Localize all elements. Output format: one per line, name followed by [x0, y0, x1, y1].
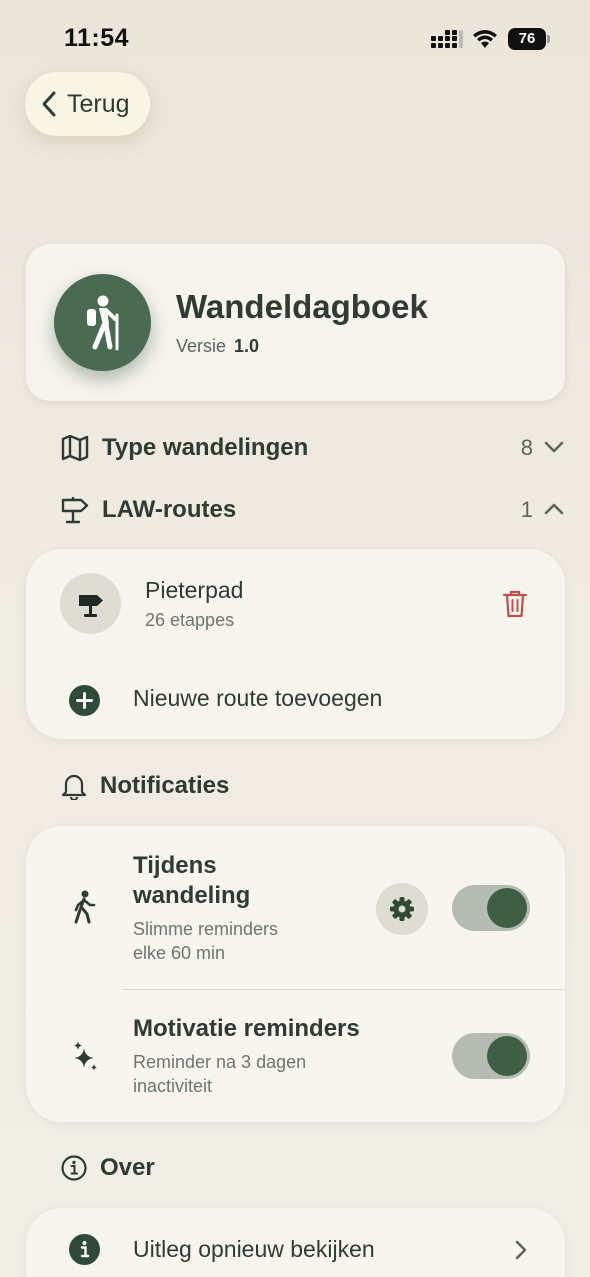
notification-description: Slimme reminders elke 60 min: [133, 919, 279, 963]
section-law-routes[interactable]: LAW-routes 1: [60, 490, 565, 530]
motivation-toggle[interactable]: [452, 1033, 530, 1079]
signpost-icon: [61, 497, 89, 524]
battery-level: 76: [508, 28, 546, 50]
gear-icon: [390, 897, 414, 921]
notification-title: Motivatie reminders: [133, 1015, 360, 1042]
section-notificaties: Notificaties: [60, 766, 565, 806]
notifications-card: Tijdens wandeling Slimme reminders elke …: [26, 826, 565, 1122]
chevron-right-icon: [515, 1240, 527, 1260]
status-bar: 11:54 76: [0, 0, 590, 70]
about-item-label: Uitleg opnieuw bekijken: [133, 1236, 375, 1262]
trash-icon[interactable]: [502, 589, 528, 619]
chevron-left-icon: [42, 91, 56, 117]
section-count: 1: [520, 497, 533, 522]
app-version: Versie 1.0: [176, 336, 260, 356]
section-count: 8: [520, 435, 533, 460]
sparkles-icon: [74, 1041, 97, 1071]
settings-button[interactable]: [376, 883, 428, 935]
cellular-signal-icon: [431, 30, 463, 48]
notification-description: Reminder na 3 dagen inactiviteit: [133, 1052, 307, 1096]
route-stages: 26 etappes: [145, 610, 235, 630]
back-label: Terug: [67, 89, 130, 118]
back-button[interactable]: Terug: [25, 72, 150, 136]
route-name: Pieterpad: [145, 577, 244, 603]
plus-circle-icon: [69, 685, 100, 716]
app-info-card: Wandeldagboek Versie 1.0: [26, 244, 565, 401]
info-filled-icon: [69, 1234, 100, 1265]
section-over: Over: [60, 1148, 565, 1188]
map-icon: [61, 435, 89, 461]
section-type-wandelingen[interactable]: Type wandelingen 8: [60, 428, 565, 468]
section-label: Over: [100, 1154, 155, 1181]
section-label: Notificaties: [100, 772, 230, 799]
routes-card: Pieterpad 26 etappes Nieuwe route toevoe…: [26, 549, 565, 739]
section-label: LAW-routes: [102, 496, 237, 523]
divider: [122, 989, 565, 990]
add-route-label: Nieuwe route toevoegen: [133, 685, 383, 711]
chevron-down-icon: [544, 441, 564, 453]
status-time: 11:54: [64, 24, 130, 52]
hiker-logo-icon: [54, 274, 151, 371]
signpost-icon: [60, 573, 121, 634]
chevron-up-icon: [544, 503, 564, 515]
notification-title: Tijdens wandeling: [133, 852, 251, 909]
during-walk-toggle[interactable]: [452, 885, 530, 931]
bell-icon: [61, 774, 87, 800]
walking-person-icon: [74, 890, 96, 924]
info-icon: [61, 1155, 87, 1181]
wifi-icon: [473, 30, 497, 48]
battery-icon: 76: [508, 28, 550, 50]
app-title: Wandeldagboek: [176, 288, 428, 325]
section-label: Type wandelingen: [102, 434, 309, 461]
about-card: Uitleg opnieuw bekijken: [26, 1208, 565, 1277]
